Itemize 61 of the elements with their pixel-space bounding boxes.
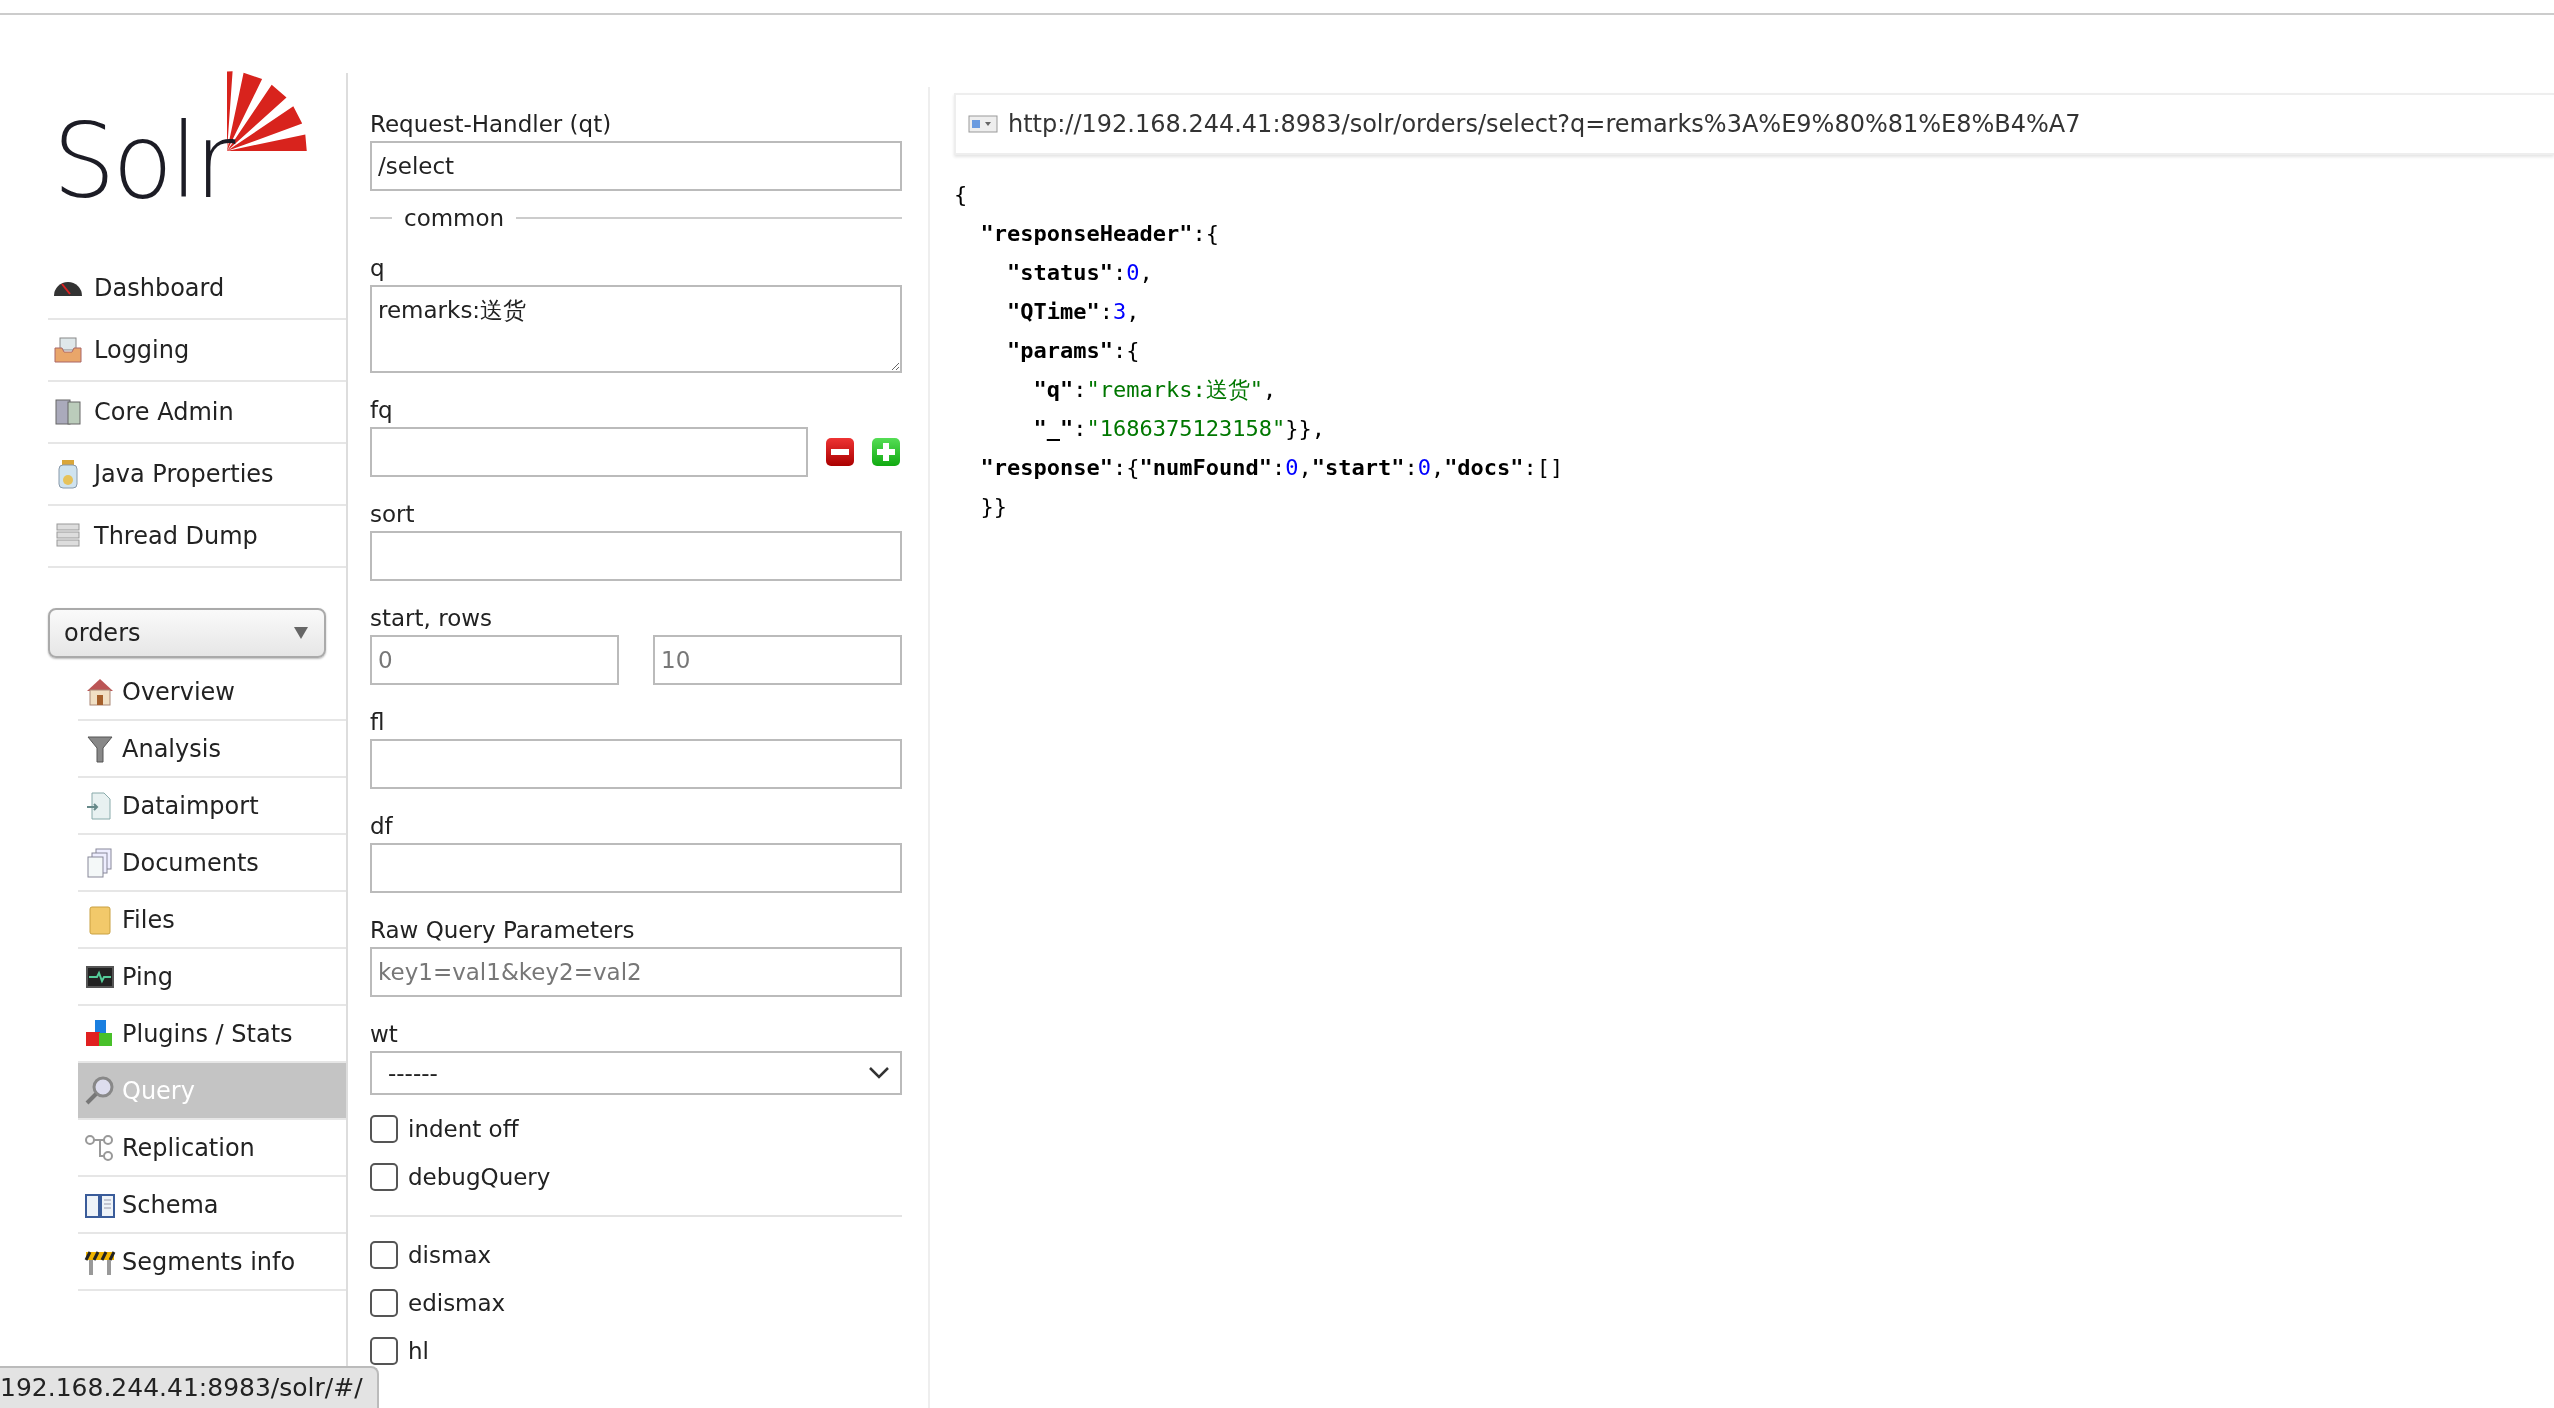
select-field[interactable]: ------ [370,1051,902,1095]
json-line: "response":{"numFound":0,"start":0,"docs":[] [979,454,1564,482]
json-line: "responseHeader":{ [979,220,1219,248]
status-url-text: 192.168.244.41:8983/solr/#/ [0,1366,379,1408]
input-field[interactable]: 0 [370,635,619,685]
field-label: fl [370,708,386,737]
checkbox-option[interactable]: dismax [370,1231,902,1279]
input-field[interactable] [370,739,902,789]
minus-icon [831,449,849,455]
input-field[interactable] [370,427,808,477]
field-label: df [370,812,394,841]
nav-item[interactable]: Dashboard [48,258,346,320]
menu-item[interactable]: Ping [78,949,346,1006]
checkbox-option[interactable]: debugQuery [370,1153,902,1201]
checkbox-option[interactable]: edismax [370,1279,902,1327]
page-icon [968,114,998,134]
input-field[interactable]: remarks:送货 [370,285,902,373]
menu-item[interactable]: Replication [78,1120,346,1177]
remove-button[interactable] [826,438,854,466]
nav-item[interactable]: Core Admin [48,382,346,444]
menu-item[interactable]: Segments info [78,1234,346,1291]
field-label: Request-Handler (qt) [370,110,613,139]
request-url-link[interactable]: http://192.168.244.41:8983/solr/orders/select?q=remarks%3A%E9%80%81%E8%B4%A7 [954,93,2554,155]
nav-item[interactable]: Thread Dump [48,506,346,568]
field-label: wt [370,1020,399,1049]
field-label: start, rows [370,604,493,633]
nav-item[interactable]: Logging [48,320,346,382]
field-label: Raw Query Parameters [370,916,636,945]
inbox-tray-icon [52,334,84,366]
caret-icon [294,627,308,639]
add-button[interactable] [872,438,900,466]
json-line: }} [979,493,1007,521]
json-line: "q":"remarks:送货", [1032,376,1277,404]
json-line: "QTime":3, [1005,298,1140,326]
json-line: "status":0, [1005,259,1153,287]
input-field[interactable] [370,531,902,581]
checkbox-option[interactable]: indent off [370,1105,902,1153]
nav-item[interactable]: Java Properties [48,444,346,506]
field-label: sort [370,500,416,529]
menu-item[interactable]: Documents [78,835,346,892]
json-line: { [954,181,968,209]
core-selector[interactable]: orders [48,608,326,658]
menu-item[interactable]: Overview [78,664,346,721]
menu-item[interactable]: Files [78,892,346,949]
json-line: "_":"1686375123158"}}, [1032,415,1325,443]
field-label: q [370,254,386,283]
logo-text: Solr [52,109,233,213]
plus-icon [877,443,895,461]
json-line: "params":{ [1005,337,1140,365]
input-field[interactable]: 10 [653,635,902,685]
section-legend: common [404,205,505,231]
menu-item[interactable]: Analysis [78,721,346,778]
chevron-down-icon [868,1066,890,1080]
menu-item[interactable]: Dataimport [78,778,346,835]
input-field[interactable]: /select [370,141,902,191]
magnifier-icon [84,1074,116,1107]
input-field[interactable] [370,843,902,893]
server-stack-icon [52,396,84,428]
menu-item[interactable]: Schema [78,1177,346,1234]
field-label: fq [370,396,394,425]
input-field[interactable]: key1=val1&key2=val2 [370,947,902,997]
